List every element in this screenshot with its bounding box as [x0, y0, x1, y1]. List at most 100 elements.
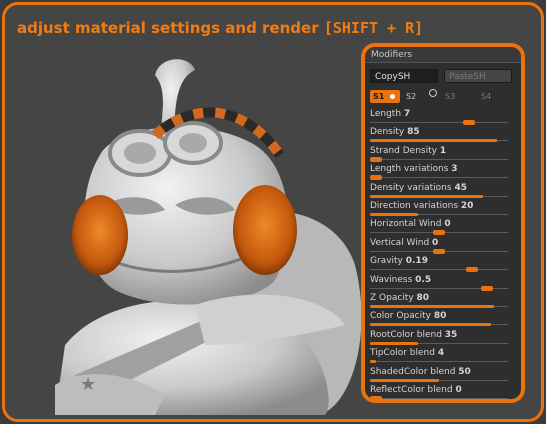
slider-tipcolor-blend[interactable]: TipColor blend 4 [370, 348, 510, 366]
slider-value: 0 [455, 385, 462, 395]
slider-value: 1 [439, 145, 447, 156]
render-viewport[interactable]: ★ [45, 45, 375, 415]
slider-track[interactable] [370, 360, 508, 364]
slider-gravity[interactable]: Gravity 0.19 [370, 256, 510, 274]
slider-handle[interactable] [370, 175, 382, 181]
slider-value: 7 [403, 109, 411, 119]
selected-indicator-icon [390, 94, 395, 99]
slider-track[interactable] [370, 248, 508, 254]
slider-label: ShadedColor blend 50 [370, 367, 471, 377]
slider-name: Strand Density [370, 145, 437, 156]
slider-label: Z Opacity 80 [370, 293, 429, 303]
slot-s4-button[interactable]: S4 [481, 92, 491, 101]
slider-z-opacity[interactable]: Z Opacity 80 [370, 293, 510, 311]
slider-name: Color Opacity [370, 311, 431, 322]
slider-label: Vertical Wind 0 [370, 238, 438, 248]
slider-track[interactable] [370, 120, 508, 125]
slot-s1-button[interactable]: S1 [370, 90, 400, 103]
slider-track[interactable] [370, 341, 508, 345]
slider-track[interactable] [370, 267, 508, 273]
slider-fill [370, 360, 376, 364]
slider-value: 80 [416, 293, 430, 303]
slider-handle[interactable] [466, 267, 479, 273]
slider-track[interactable] [370, 194, 508, 198]
slider-handle[interactable] [463, 120, 476, 125]
slider-vertical-wind[interactable]: Vertical Wind 0 [370, 238, 510, 256]
slider-name: TipColor blend [370, 348, 435, 359]
slider-track[interactable] [370, 156, 508, 162]
modifiers-panel: Modifiers CopySH PasteSH S1 S2 S3 S4 Len… [361, 43, 525, 403]
slider-density-variations[interactable]: Density variations 45 [370, 183, 510, 201]
slider-label: Color Opacity 80 [370, 311, 446, 321]
slider-fill [370, 341, 419, 345]
radio-circle-icon[interactable] [429, 89, 437, 97]
slider-label: Density variations 45 [370, 183, 467, 193]
slider-value: 3 [451, 164, 458, 175]
paste-sh-button[interactable]: PasteSH [444, 69, 512, 83]
slider-label: RootColor blend 35 [370, 330, 457, 340]
slider-name: ShadedColor blend [370, 366, 456, 377]
slider-waviness[interactable]: Waviness 0.5 [370, 275, 510, 293]
slot-s1-label: S1 [373, 92, 385, 101]
slider-label: Length 7 [370, 109, 410, 119]
slider-value: 4 [437, 348, 445, 359]
slider-handle[interactable] [370, 156, 382, 162]
slider-label: TipColor blend 4 [370, 348, 444, 358]
slider-length[interactable]: Length 7 [370, 109, 510, 127]
panel-title: Modifiers [365, 47, 521, 63]
slider-handle[interactable] [433, 248, 445, 254]
slider-track[interactable] [370, 378, 508, 382]
slider-name: Gravity [370, 256, 403, 267]
slider-fill [370, 194, 484, 198]
copy-sh-button[interactable]: CopySH [370, 69, 438, 83]
slider-value: 0.5 [415, 274, 432, 285]
slider-track[interactable] [370, 213, 508, 216]
slider-fill [370, 213, 419, 216]
slider-name: Vertical Wind [370, 237, 430, 248]
slider-track[interactable] [370, 230, 508, 236]
slider-handle[interactable] [433, 230, 445, 236]
slider-length-variations[interactable]: Length variations 3 [370, 164, 510, 182]
slider-shadedcolor-blend[interactable]: ShadedColor blend 50 [370, 367, 510, 385]
slider-value: 0 [432, 237, 439, 248]
slider-name: Density variations [370, 182, 452, 193]
slot-s3-button[interactable]: S3 [445, 92, 455, 101]
slider-name: Length [370, 109, 402, 119]
slider-track[interactable] [370, 139, 508, 143]
slider-strand-density[interactable]: Strand Density 1 [370, 146, 510, 164]
slider-name: Z Opacity [370, 293, 414, 303]
slider-track[interactable] [370, 323, 508, 327]
slider-rootcolor-blend[interactable]: RootColor blend 35 [370, 330, 510, 348]
slider-name: Waviness [370, 274, 413, 285]
slider-label: ReflectColor blend 0 [370, 385, 462, 395]
slider-value: 85 [407, 127, 420, 138]
slider-fill [370, 305, 495, 308]
slider-track[interactable] [370, 285, 508, 291]
slider-direction-variations[interactable]: Direction variations 20 [370, 201, 510, 219]
slider-label: Density 85 [370, 127, 420, 137]
slider-track[interactable] [370, 305, 508, 308]
slider-label: Direction variations 20 [370, 201, 473, 211]
slider-value: 0.19 [405, 256, 428, 267]
slider-value: 80 [433, 311, 447, 322]
slider-density[interactable]: Density 85 [370, 127, 510, 145]
slider-track[interactable] [370, 175, 508, 181]
slider-track[interactable] [370, 396, 508, 399]
slider-name: Density [370, 127, 405, 138]
slider-color-opacity[interactable]: Color Opacity 80 [370, 311, 510, 329]
slider-value: 0 [444, 219, 451, 230]
slider-fill [370, 323, 492, 327]
slider-value: 35 [444, 329, 458, 340]
slider-handle[interactable] [481, 285, 494, 291]
title-text: adjust material settings and render [17, 19, 319, 37]
slider-label: Length variations 3 [370, 164, 458, 174]
slider-reflectcolor-blend[interactable]: ReflectColor blend 0 [370, 385, 510, 399]
slider-value: 20 [460, 201, 474, 211]
slider-name: RootColor blend [370, 329, 442, 340]
slider-horizontal-wind[interactable]: Horizontal Wind 0 [370, 219, 510, 237]
svg-text:★: ★ [80, 374, 96, 395]
slider-handle[interactable] [370, 396, 382, 399]
shortcut-text: [SHIFT + R] [323, 19, 424, 37]
slot-s2-button[interactable]: S2 [406, 92, 416, 101]
slider-label: Strand Density 1 [370, 146, 446, 156]
